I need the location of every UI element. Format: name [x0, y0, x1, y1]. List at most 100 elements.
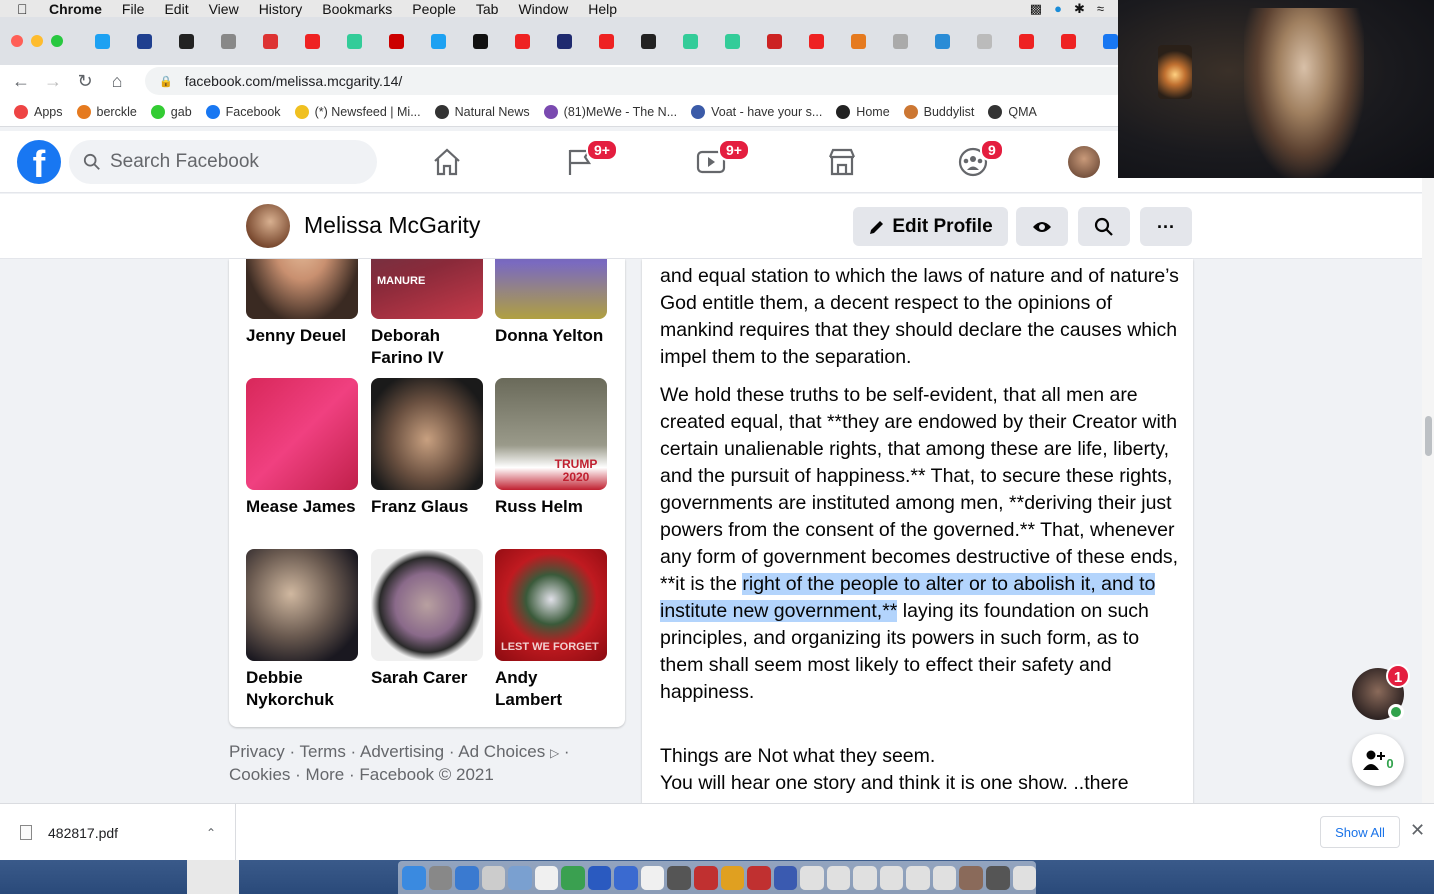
zoom-window-icon[interactable] [51, 35, 63, 47]
dock-app-icon[interactable] [720, 865, 745, 890]
bookmark-item[interactable]: Buddylist [903, 104, 974, 119]
browser-tab[interactable] [165, 26, 207, 56]
menu-edit[interactable]: Edit [164, 1, 188, 17]
browser-tab[interactable] [879, 26, 921, 56]
menu-people[interactable]: People [412, 1, 456, 17]
chevron-up-icon[interactable]: ⌃ [206, 826, 216, 840]
friend-name[interactable]: Sarah Carer [371, 667, 483, 689]
bookmark-item[interactable]: Home [836, 104, 890, 119]
facebook-search-input[interactable]: Search Facebook [69, 140, 377, 184]
bluetooth-icon[interactable]: ✱ [1074, 1, 1085, 17]
menu-tab[interactable]: Tab [476, 1, 499, 17]
dock-app-icon[interactable] [986, 865, 1010, 890]
browser-tab[interactable] [753, 26, 795, 56]
dock-app-icon[interactable] [826, 865, 851, 890]
dock-app-icon[interactable] [853, 865, 877, 890]
browser-tab[interactable] [585, 26, 627, 56]
view-as-button[interactable] [1016, 207, 1068, 246]
friend-photo[interactable] [371, 378, 483, 490]
dock-app-icon[interactable] [747, 865, 771, 890]
bookmark-item[interactable]: berckle [76, 104, 137, 119]
dock-app-icon[interactable] [640, 865, 665, 890]
friend-photo[interactable] [371, 549, 483, 661]
friend-photo[interactable] [246, 549, 358, 661]
friend-tile[interactable]: Donna Yelton [495, 259, 607, 347]
browser-tab[interactable] [417, 26, 459, 56]
browser-tab[interactable] [291, 26, 333, 56]
new-group-chat-button[interactable]: 0 [1352, 734, 1404, 786]
url-text[interactable]: facebook.com/melissa.mcgarity.14/ [185, 73, 403, 89]
browser-tab[interactable] [123, 26, 165, 56]
friend-tile[interactable]: Jenny Deuel [246, 259, 358, 347]
dock-app-icon[interactable] [800, 865, 824, 890]
wifi-icon[interactable]: ≈ [1097, 1, 1104, 17]
dock-app-icon[interactable] [481, 865, 506, 890]
profile-search-button[interactable] [1078, 207, 1130, 246]
menu-window[interactable]: Window [518, 1, 568, 17]
browser-tab[interactable] [249, 26, 291, 56]
browser-tab[interactable] [627, 26, 669, 56]
friend-tile[interactable]: Sarah Carer [371, 549, 483, 689]
footer-link-cookies[interactable]: Cookies [229, 765, 290, 784]
browser-tab[interactable] [711, 26, 753, 56]
reload-icon[interactable]: ↻ [69, 71, 101, 92]
footer-link-privacy[interactable]: Privacy [229, 742, 285, 761]
dock-app-icon[interactable] [587, 865, 612, 890]
friend-name[interactable]: Russ Helm [495, 496, 607, 518]
bookmark-item[interactable]: Apps [14, 104, 63, 119]
footer-link-ad-choices[interactable]: Ad Choices [458, 742, 545, 761]
dock-app-icon[interactable] [561, 865, 585, 890]
friend-name[interactable]: Jenny Deuel [246, 325, 358, 347]
edit-profile-button[interactable]: Edit Profile [853, 207, 1008, 246]
apple-menu-icon[interactable]:  [17, 1, 33, 17]
friend-photo[interactable] [246, 378, 358, 490]
facebook-logo-icon[interactable]: f [17, 140, 61, 184]
browser-tab[interactable] [333, 26, 375, 56]
bookmark-item[interactable]: gab [150, 104, 192, 119]
download-filename[interactable]: 482817.pdf [48, 825, 118, 841]
friend-photo[interactable] [246, 259, 358, 319]
menu-help[interactable]: Help [588, 1, 617, 17]
display-icon[interactable]: ▩ [1030, 1, 1042, 17]
dock-app-icon[interactable] [667, 865, 692, 890]
friend-photo[interactable]: TRUMP 2020 [495, 378, 607, 490]
close-window-icon[interactable] [11, 35, 23, 47]
browser-tab[interactable] [501, 26, 543, 56]
browser-tab[interactable] [921, 26, 963, 56]
footer-link-terms[interactable]: Terms [300, 742, 346, 761]
page-scrollbar[interactable] [1422, 131, 1434, 803]
dock-app-icon[interactable] [614, 865, 638, 890]
browser-tab[interactable] [1047, 26, 1089, 56]
friend-name[interactable]: Debbie Nykorchuk [246, 667, 358, 711]
bookmark-item[interactable]: Facebook [205, 104, 281, 119]
profile-name[interactable]: Melissa McGarity [304, 212, 480, 239]
forward-arrow-icon[interactable]: → [37, 71, 69, 92]
friend-tile[interactable]: TRUMP 2020 Russ Helm [495, 378, 607, 518]
browser-tab[interactable] [669, 26, 711, 56]
bookmark-item[interactable]: Natural News [434, 104, 530, 119]
lock-icon[interactable]: 🔒 [159, 75, 173, 88]
friend-name[interactable]: Andy Lambert [495, 667, 607, 711]
friend-tile[interactable]: Mease James [246, 378, 358, 518]
friend-tile[interactable]: Debbie Nykorchuk [246, 549, 358, 711]
dock-app-icon[interactable] [773, 865, 798, 890]
skype-icon[interactable]: ● [1054, 1, 1062, 17]
browser-tab[interactable] [795, 26, 837, 56]
menu-bookmarks[interactable]: Bookmarks [322, 1, 392, 17]
marketplace-store-icon[interactable] [825, 145, 859, 179]
friend-tile[interactable]: MANURE Deborah Farino IV [371, 259, 483, 369]
profile-avatar[interactable] [246, 204, 290, 248]
footer-link-more[interactable]: More [306, 765, 345, 784]
bookmark-item[interactable]: (*) Newsfeed | Mi... [294, 104, 421, 119]
menu-history[interactable]: History [259, 1, 303, 17]
show-all-button[interactable]: Show All [1320, 816, 1400, 848]
menu-view[interactable]: View [209, 1, 239, 17]
friend-tile[interactable]: Franz Glaus [371, 378, 483, 518]
friend-name[interactable]: Franz Glaus [371, 496, 483, 518]
dock-app-icon[interactable] [694, 865, 718, 890]
browser-tab[interactable] [81, 26, 123, 56]
desktop-file-icon[interactable] [187, 860, 239, 894]
browser-tab[interactable] [1005, 26, 1047, 56]
menu-file[interactable]: File [122, 1, 145, 17]
dock-app-icon[interactable] [455, 865, 479, 890]
